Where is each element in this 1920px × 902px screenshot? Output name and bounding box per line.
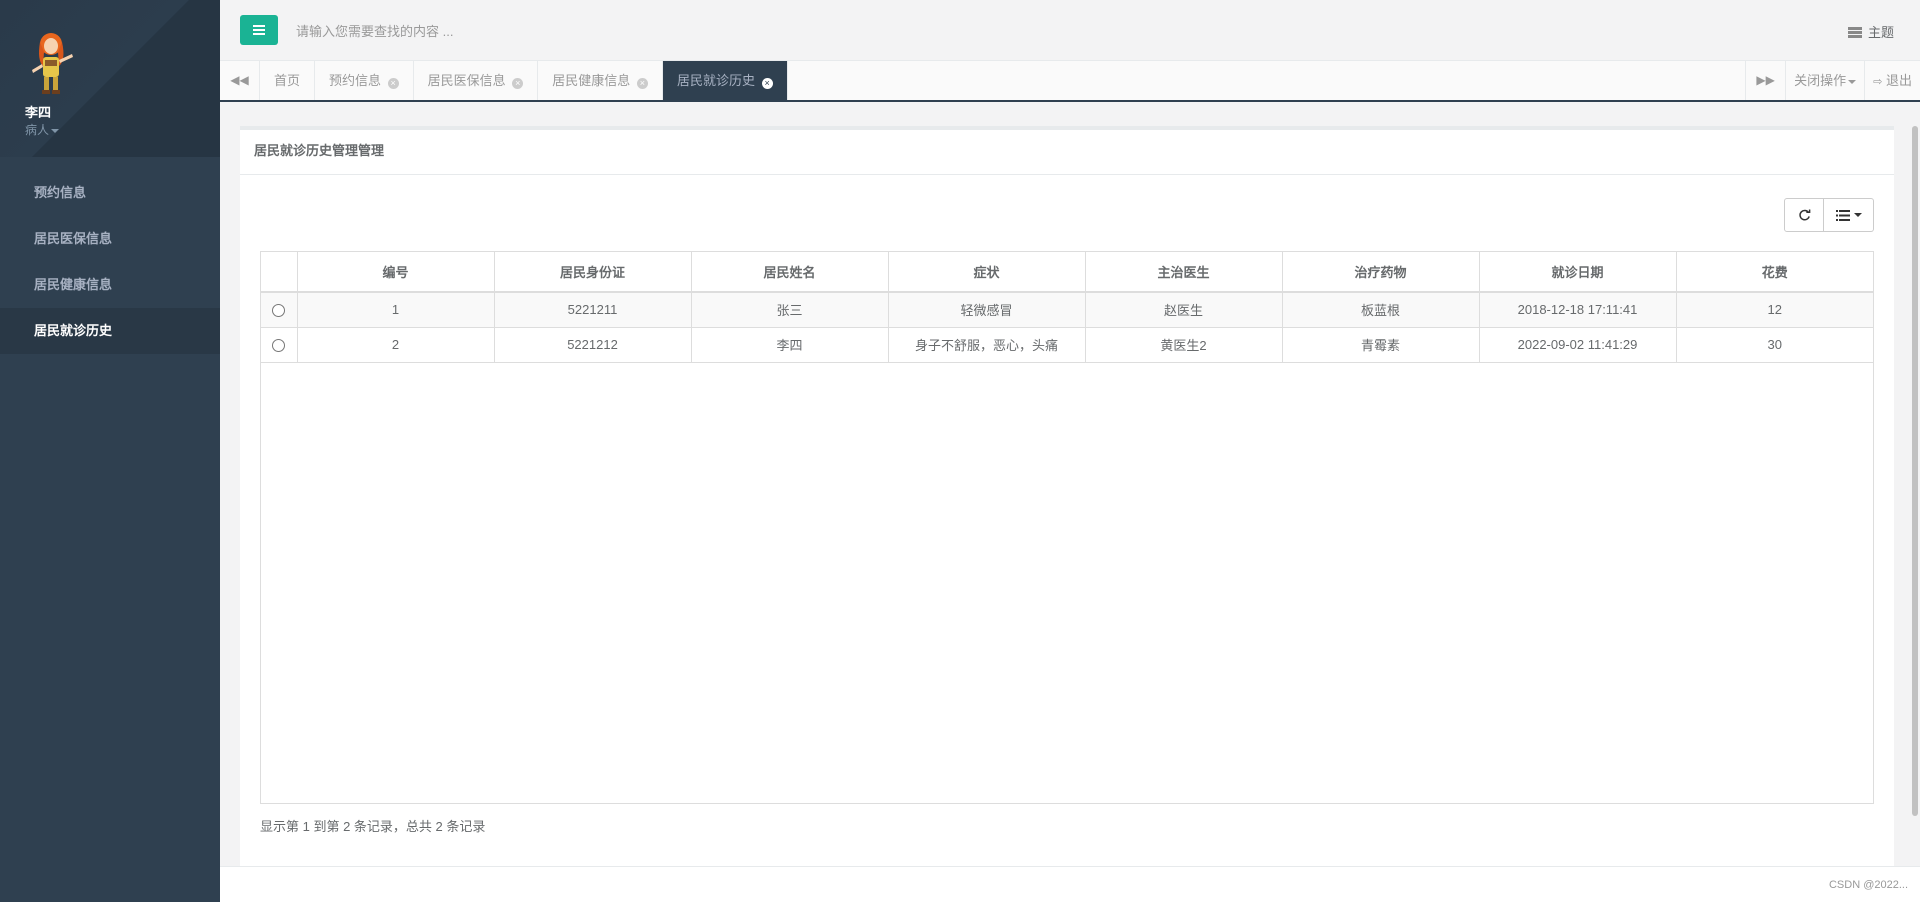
top-navbar: 主题	[220, 0, 1920, 61]
visit-history-table: 编号 居民身份证 居民姓名 症状 主治医生 治疗药物 就诊日期 花费 1 522…	[261, 252, 1873, 363]
pagination-info: 显示第 1 到第 2 条记录，总共 2 条记录	[260, 819, 486, 834]
profile-role-label: 病人	[25, 123, 50, 137]
column-header[interactable]: 就诊日期	[1479, 252, 1677, 293]
column-header[interactable]: 编号	[297, 252, 495, 293]
table-cell: 黄医生2	[1085, 327, 1283, 363]
data-table-container: 编号 居民身份证 居民姓名 症状 主治医生 治疗药物 就诊日期 花费 1 522…	[260, 251, 1874, 804]
table-toolbar	[1784, 198, 1874, 232]
table-cell: 30	[1676, 327, 1873, 363]
select-column-header	[261, 252, 298, 293]
tab-label: 居民就诊历史	[676, 73, 755, 88]
avatar[interactable]	[24, 30, 78, 96]
close-icon[interactable]: ×	[636, 78, 648, 89]
list-icon	[1835, 209, 1850, 221]
table-cell: 轻微感冒	[888, 292, 1086, 328]
tabs-bar: ◀◀ 首页 预约信息 × 居民医保信息 × 居民健康信息 × 居民就诊历史 × …	[220, 61, 1920, 102]
tab-medical-insurance[interactable]: 居民医保信息 ×	[414, 61, 539, 100]
table-cell: 2	[297, 327, 495, 363]
sidebar-nav: 预约信息 居民医保信息 居民健康信息 居民就诊历史	[0, 170, 220, 354]
row-radio[interactable]	[272, 339, 286, 353]
main-panel: 居民就诊历史管理管理 编号 居民身份证 居民姓名 症状 主治医生 治疗药物 就诊…	[240, 126, 1894, 866]
column-header[interactable]: 症状	[888, 252, 1086, 293]
hamburger-icon	[253, 25, 265, 35]
search-input[interactable]	[288, 16, 888, 46]
row-select-cell	[261, 292, 298, 328]
table-row[interactable]: 2 5221212 李四 身子不舒服，恶心，头痛 黄医生2 青霉素 2022-0…	[261, 327, 1873, 363]
table-cell: 张三	[691, 292, 889, 328]
profile-panel: 李四 病人	[0, 0, 220, 157]
panel-title: 居民就诊历史管理管理	[240, 130, 1894, 175]
sidebar-item-health-info[interactable]: 居民健康信息	[0, 262, 220, 308]
tab-health-info[interactable]: 居民健康信息 ×	[538, 61, 663, 100]
profile-name: 李四	[25, 105, 52, 120]
sidebar-item-medical-insurance[interactable]: 居民医保信息	[0, 216, 220, 262]
column-header[interactable]: 主治医生	[1085, 252, 1283, 293]
sidebar-item-appointment[interactable]: 预约信息	[0, 170, 220, 216]
tabs-scroll-left-button[interactable]: ◀◀	[220, 61, 260, 100]
footer	[220, 866, 1920, 902]
logout-label: 退出	[1885, 73, 1912, 88]
table-cell: 板蓝根	[1282, 292, 1480, 328]
table-cell: 身子不舒服，恶心，头痛	[888, 327, 1086, 363]
tab-label: 首页	[274, 73, 301, 88]
close-icon[interactable]: ×	[387, 78, 399, 89]
tasks-icon	[1847, 27, 1862, 38]
watermark: CSDN @2022...	[1828, 879, 1908, 891]
backward-icon: ◀◀	[230, 73, 249, 87]
vertical-scrollbar[interactable]	[1912, 126, 1918, 816]
table-cell: 青霉素	[1282, 327, 1480, 363]
tabs-scroll-right-button[interactable]: ▶▶	[1745, 61, 1785, 100]
caret-down-icon	[51, 128, 60, 133]
close-operations-dropdown[interactable]: 关闭操作	[1785, 61, 1864, 100]
sign-out-icon: ⇨	[1873, 76, 1883, 88]
tab-appointment[interactable]: 预约信息 ×	[315, 61, 414, 100]
table-cell: 赵医生	[1085, 292, 1283, 328]
table-cell: 李四	[691, 327, 889, 363]
caret-down-icon	[1853, 213, 1862, 217]
column-header[interactable]: 居民身份证	[494, 252, 692, 293]
column-header[interactable]: 治疗药物	[1282, 252, 1480, 293]
table-row[interactable]: 1 5221211 张三 轻微感冒 赵医生 板蓝根 2018-12-18 17:…	[261, 292, 1873, 328]
table-cell: 12	[1676, 292, 1873, 328]
sidebar: 李四 病人 预约信息 居民医保信息 居民健康信息 居民就诊历史	[0, 0, 220, 902]
caret-down-icon	[1848, 79, 1857, 84]
column-header[interactable]: 花费	[1676, 252, 1873, 293]
close-icon[interactable]: ×	[761, 78, 773, 89]
tabs-right-controls: ▶▶ 关闭操作 ⇨ 退出	[1745, 61, 1920, 100]
logout-button[interactable]: ⇨ 退出	[1864, 61, 1920, 100]
tab-label: 预约信息	[329, 73, 382, 88]
table-header-row: 编号 居民身份证 居民姓名 症状 主治医生 治疗药物 就诊日期 花费	[261, 252, 1873, 293]
close-operations-label: 关闭操作	[1794, 73, 1847, 88]
tab-home[interactable]: 首页	[260, 61, 316, 100]
close-icon[interactable]: ×	[512, 78, 524, 89]
refresh-icon	[1798, 208, 1810, 220]
tab-label: 居民医保信息	[427, 73, 506, 88]
table-cell: 1	[297, 292, 495, 328]
table-cell: 2018-12-18 17:11:41	[1479, 292, 1677, 328]
forward-icon: ▶▶	[1756, 73, 1775, 87]
theme-button[interactable]: 主题	[1847, 22, 1894, 41]
table-cell: 5221211	[494, 292, 692, 328]
table-cell: 2022-09-02 11:41:29	[1479, 327, 1677, 363]
row-select-cell	[261, 327, 298, 363]
row-radio[interactable]	[272, 304, 286, 318]
refresh-button[interactable]	[1784, 198, 1824, 232]
menu-toggle-button[interactable]	[240, 15, 278, 45]
columns-toggle-button[interactable]	[1824, 198, 1874, 232]
theme-label: 主题	[1867, 25, 1894, 40]
profile-role-dropdown[interactable]: 病人	[25, 121, 60, 138]
tab-list: 首页 预约信息 × 居民医保信息 × 居民健康信息 × 居民就诊历史 ×	[260, 61, 788, 100]
column-header[interactable]: 居民姓名	[691, 252, 889, 293]
tab-visit-history[interactable]: 居民就诊历史 ×	[662, 61, 788, 100]
sidebar-item-visit-history[interactable]: 居民就诊历史	[0, 308, 220, 354]
table-cell: 5221212	[494, 327, 692, 363]
tab-label: 居民健康信息	[552, 73, 631, 88]
